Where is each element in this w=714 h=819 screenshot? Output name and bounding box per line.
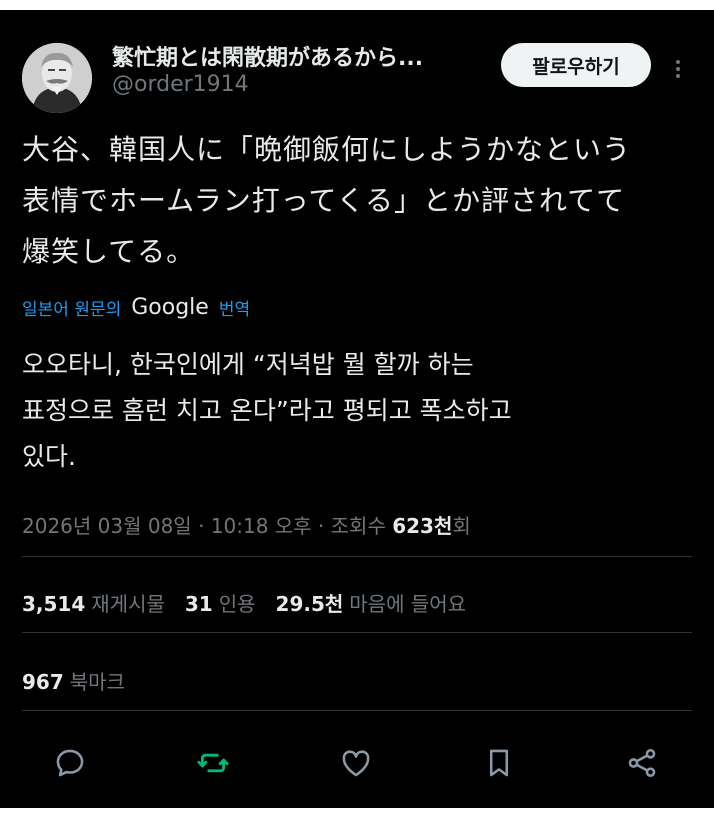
divider [22,710,692,711]
google-logo: Google [131,294,209,320]
reposts-count: 3,514 [22,592,86,616]
reposts-label: 재게시물 [91,592,165,616]
bookmark-icon[interactable] [482,746,516,780]
tweet-text: 大谷、韓国人に「晩御飯何にしようかなという 表情でホームラン打ってくる」とか評さ… [22,124,697,277]
more-options-icon[interactable] [666,48,690,88]
avatar-portrait [22,43,92,113]
divider [22,556,692,557]
bookmarks-count: 967 [22,670,64,694]
divider [22,632,692,633]
tweet-text-line: 表情でホームラン打ってくる」とか評されてて [22,184,626,217]
translation-prefix: 일본어 원문의 [22,299,122,320]
view-count: 623천 [392,514,453,538]
share-icon[interactable] [625,746,659,780]
translation-attribution[interactable]: 일본어 원문의 Google 번역 [22,292,250,322]
tweet-meta: 2026년 03월 08일 · 10:18 오후 · 조회수 623천회 [22,510,471,539]
user-handle[interactable]: @order1914 [112,72,249,97]
quotes-stat[interactable]: 31 인용 [185,588,256,617]
likes-label: 마음에 들어요 [349,592,467,616]
translated-text-line: 표정으로 홈런 치고 온다”라고 평되고 폭소하고 [22,396,512,425]
tweet-text-line: 爆笑してる。 [22,235,196,268]
quotes-count: 31 [184,592,213,616]
translated-text-line: 오오타니, 한국인에게 “저녁밥 뭘 할까 하는 [22,350,474,379]
tweet-text-line: 大谷、韓国人に「晩御飯何にしようかなという [22,133,632,166]
follow-button[interactable]: 팔로우하기 [501,43,651,87]
display-name[interactable]: 繁忙期とは閑散期があるから... [112,40,492,72]
translated-text-line: 있다. [22,442,76,471]
timestamp[interactable]: 2026년 03월 08일 · 10:18 오후 · 조회수 [22,514,392,538]
bookmarks-label: 북마크 [69,670,125,694]
heart-icon[interactable] [339,746,373,780]
translation-suffix: 번역 [218,299,251,320]
tweet-card: 繁忙期とは閑散期があるから... @order1914 팔로우하기 大谷、韓国人… [0,10,714,808]
bookmarks-stat[interactable]: 967 북마크 [22,666,125,695]
reposts-stat[interactable]: 3,514 재게시물 [22,588,165,617]
avatar[interactable] [22,43,92,113]
quotes-label: 인용 [218,592,256,616]
likes-stat[interactable]: 29.5천 마음에 들어요 [276,588,467,617]
engagement-stats: 3,514 재게시물 31 인용 29.5천 마음에 들어요 [22,588,466,617]
view-count-suffix: 회 [452,514,471,538]
translated-text: 오오타니, 한국인에게 “저녁밥 뭘 할까 하는 표정으로 홈런 치고 온다”라… [22,342,682,480]
reply-icon[interactable] [53,746,87,780]
repost-icon[interactable] [196,746,230,780]
likes-count: 29.5천 [275,592,344,616]
